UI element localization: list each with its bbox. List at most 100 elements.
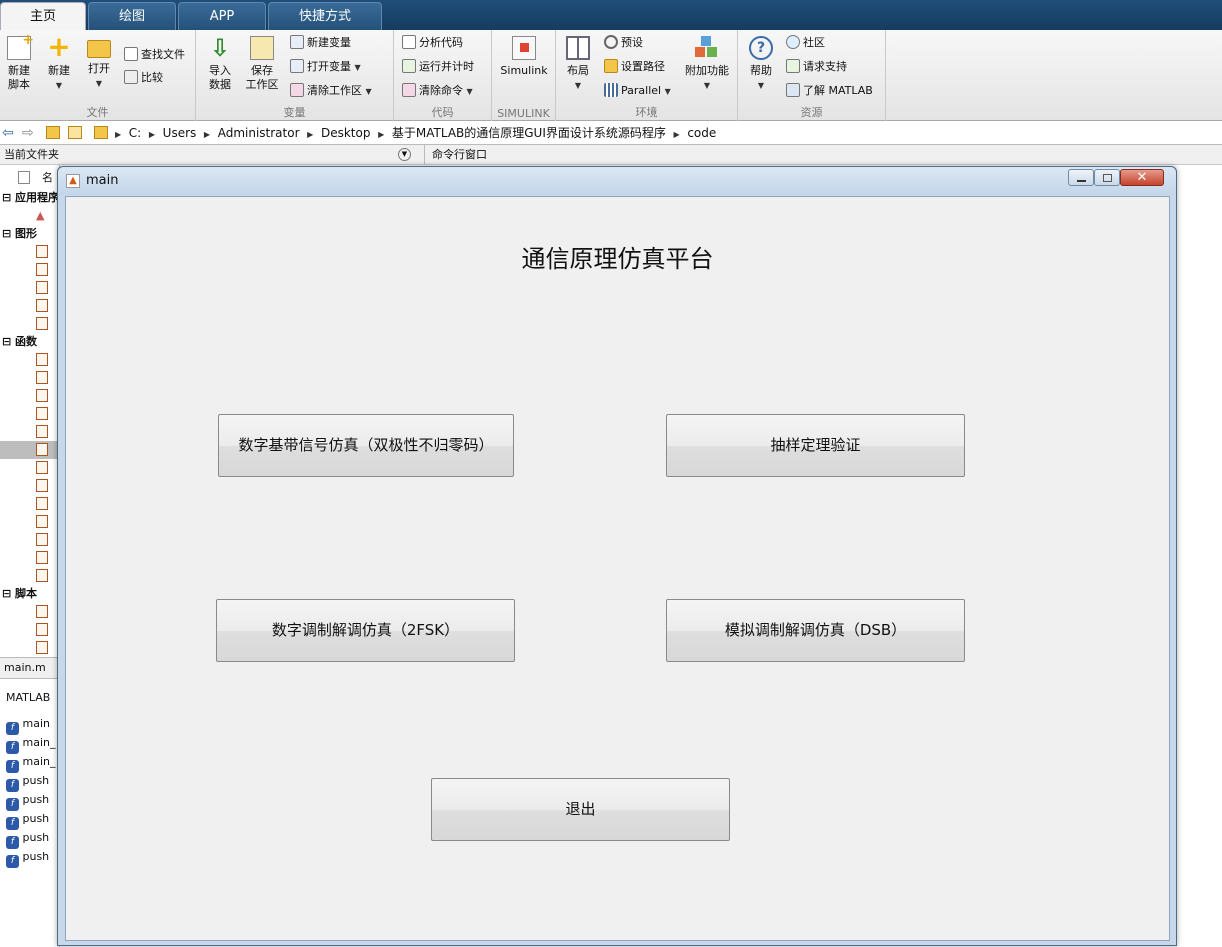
current-folder-title: 当前文件夹: [4, 148, 59, 161]
fig-file-icon[interactable]: [36, 243, 48, 261]
breadcrumb-item[interactable]: Users: [163, 126, 197, 140]
script-file-icon[interactable]: [36, 639, 48, 657]
breadcrumb-item[interactable]: C:: [129, 126, 141, 140]
fig-file-icon[interactable]: [36, 315, 48, 333]
selected-file-row[interactable]: [0, 441, 59, 459]
dropdown-arrow-icon: ▼: [365, 87, 372, 96]
tab-apps[interactable]: APP: [178, 2, 266, 30]
fig-file-icon[interactable]: [36, 297, 48, 315]
variable-group: ⇩ 导入 数据 保存 工作区 新建变量 打开变量 ▼ 清除工作区 ▼ 变量: [196, 30, 394, 121]
tab-plots[interactable]: 绘图: [88, 2, 176, 30]
clear-commands-button[interactable]: 清除命令 ▼: [402, 82, 473, 100]
close-button[interactable]: ✕: [1120, 169, 1164, 186]
clear-workspace-button[interactable]: 清除工作区 ▼: [290, 82, 372, 100]
script-file-icon[interactable]: [36, 621, 48, 639]
func-file-icon[interactable]: [36, 477, 48, 495]
function-list-item[interactable]: f push: [6, 772, 49, 792]
func-file-icon[interactable]: [36, 423, 48, 441]
exit-button[interactable]: 退出: [431, 778, 730, 841]
learn-matlab-button[interactable]: 了解 MATLAB: [786, 82, 873, 100]
set-path-label: 设置路径: [621, 60, 665, 73]
func-file-icon[interactable]: [36, 513, 48, 531]
function-list-item[interactable]: f push: [6, 848, 49, 868]
func-file-icon[interactable]: [36, 459, 48, 477]
browse-folder-icon[interactable]: [68, 126, 82, 139]
run-and-time-icon: [402, 59, 416, 73]
up-folder-icon[interactable]: [46, 126, 60, 139]
func-file-icon[interactable]: [36, 369, 48, 387]
find-files-label: 查找文件: [141, 48, 185, 61]
tab-home[interactable]: 主页: [0, 2, 86, 30]
fig-file-icon[interactable]: [36, 261, 48, 279]
function-list-item[interactable]: f push: [6, 791, 49, 811]
window-title-bar[interactable]: ▲ main ✕: [58, 167, 1176, 195]
add-ons-button[interactable]: 附加功能 ▼: [682, 36, 732, 93]
community-button[interactable]: 社区: [786, 34, 825, 52]
open-button[interactable]: 打开 ▼: [84, 36, 114, 91]
breadcrumb-arrow-icon: ▶: [307, 130, 314, 139]
baseband-sim-button[interactable]: 数字基带信号仿真（双极性不归零码）: [218, 414, 514, 477]
function-list-item[interactable]: f main_: [6, 734, 55, 754]
simulink-button[interactable]: Simulink: [496, 36, 552, 78]
learn-matlab-icon: [786, 83, 800, 97]
new-variable-button[interactable]: 新建变量: [290, 34, 351, 52]
compare-button[interactable]: 比较: [124, 69, 163, 87]
breadcrumb-item[interactable]: Desktop: [321, 126, 371, 140]
run-and-time-button[interactable]: 运行并计时: [402, 58, 474, 76]
function-list-item[interactable]: f push: [6, 810, 49, 830]
forward-arrow-icon[interactable]: ⇨: [22, 121, 34, 145]
open-variable-button[interactable]: 打开变量 ▼: [290, 58, 361, 76]
section-apps[interactable]: ⊟ 应用程序: [2, 189, 59, 207]
import-data-button[interactable]: ⇩ 导入 数据: [204, 36, 236, 92]
parallel-button[interactable]: Parallel ▼: [604, 82, 671, 100]
func-file-icon[interactable]: [36, 495, 48, 513]
help-button[interactable]: ? 帮助 ▼: [746, 36, 776, 93]
simulink-group-label: SIMULINK: [497, 107, 550, 120]
section-figures[interactable]: ⊟ 图形: [2, 225, 37, 243]
func-file-icon[interactable]: [36, 351, 48, 369]
dropdown-arrow-icon: ▼: [55, 81, 63, 90]
request-support-button[interactable]: 请求支持: [786, 58, 847, 76]
preferences-button[interactable]: 预设: [604, 34, 643, 52]
script-file-icon[interactable]: [36, 603, 48, 621]
sampling-theorem-button[interactable]: 抽样定理验证: [666, 414, 965, 477]
dsb-sim-button[interactable]: 模拟调制解调仿真（DSB）: [666, 599, 965, 662]
breadcrumb-item[interactable]: 基于MATLAB的通信原理GUI界面设计系统源码程序: [392, 126, 666, 140]
fsk-sim-button[interactable]: 数字调制解调仿真（2FSK）: [216, 599, 515, 662]
name-column-header[interactable]: 名: [42, 169, 53, 187]
new-script-button[interactable]: + 新建 脚本: [4, 33, 34, 92]
func-file-icon[interactable]: [36, 405, 48, 423]
set-path-button[interactable]: 设置路径: [604, 58, 665, 76]
fig-file-icon[interactable]: [36, 279, 48, 297]
layout-button[interactable]: 布局 ▼: [562, 36, 594, 93]
back-arrow-icon[interactable]: ⇦: [2, 121, 14, 145]
dropdown-arrow-icon: ▼: [354, 63, 361, 72]
section-functions[interactable]: ⊟ 函数: [2, 333, 37, 351]
find-files-button[interactable]: 查找文件: [124, 46, 185, 64]
minimize-button[interactable]: [1068, 169, 1094, 186]
function-list-item[interactable]: f push: [6, 829, 49, 849]
section-scripts[interactable]: ⊟ 脚本: [2, 585, 37, 603]
preferences-label: 预设: [621, 36, 643, 49]
new-script-icon: +: [7, 33, 34, 60]
new-button[interactable]: + 新建 ▼: [44, 30, 74, 93]
maximize-button[interactable]: [1094, 169, 1120, 186]
dropdown-arrow-icon: ▼: [664, 87, 671, 96]
save-workspace-button[interactable]: 保存 工作区: [244, 36, 280, 92]
breadcrumb-item[interactable]: code: [687, 126, 716, 140]
func-file-icon[interactable]: [36, 387, 48, 405]
learn-matlab-label: 了解 MATLAB: [803, 84, 873, 97]
simulink-group: Simulink SIMULINK: [492, 30, 556, 121]
analyze-code-button[interactable]: 分析代码: [402, 34, 463, 52]
func-file-icon[interactable]: [36, 531, 48, 549]
function-list-item[interactable]: f main_: [6, 753, 55, 773]
panel-menu-icon[interactable]: ▼: [398, 148, 411, 161]
func-file-icon[interactable]: [36, 567, 48, 585]
dropdown-arrow-icon: ▼: [574, 81, 582, 90]
plus-icon: +: [47, 30, 71, 63]
tab-shortcuts[interactable]: 快捷方式: [268, 2, 382, 30]
breadcrumb-item[interactable]: Administrator: [218, 126, 300, 140]
import-icon: ⇩: [209, 34, 231, 62]
function-list-item[interactable]: f main: [6, 715, 50, 735]
func-file-icon[interactable]: [36, 549, 48, 567]
